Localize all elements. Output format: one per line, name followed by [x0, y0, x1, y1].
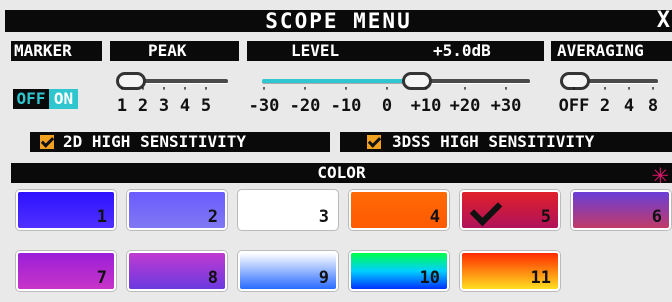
color-header: COLOR [11, 163, 672, 183]
level-header: LEVEL +5.0dB [247, 41, 544, 61]
level-tick: -30 [244, 96, 284, 116]
hs2d-checkbox-row[interactable]: 2D HIGH SENSITIVITY [30, 132, 330, 152]
averaging-label: AVERAGING [557, 41, 644, 60]
color-swatch-5[interactable]: 5 [460, 190, 560, 230]
selected-check-icon [469, 193, 503, 227]
color-swatch-number: 7 [96, 268, 107, 288]
peak-tick: 2 [133, 96, 153, 116]
title-bar: SCOPE MENU X [5, 8, 672, 33]
color-swatch-3[interactable]: 3 [238, 190, 338, 230]
color-swatch-number: 10 [419, 268, 440, 288]
marker-toggle[interactable]: OFF ON [13, 89, 78, 109]
window-title: SCOPE MENU [265, 9, 412, 33]
color-swatch-number: 11 [530, 268, 551, 288]
peak-tick: 1 [112, 96, 132, 116]
cursor-sparkle-icon: ✳ [652, 157, 669, 190]
level-label: LEVEL [291, 41, 340, 60]
color-swatch-6[interactable]: 6 [571, 190, 671, 230]
averaging-ticks: OFF 2 4 8 [556, 94, 672, 118]
marker-off-option[interactable]: OFF [13, 89, 49, 109]
close-icon[interactable]: X [657, 8, 670, 33]
color-swatch-8[interactable]: 8 [127, 251, 227, 291]
peak-ticks: 1 2 3 4 5 [112, 94, 232, 118]
level-tick: 0 [372, 96, 402, 116]
marker-on-option[interactable]: ON [49, 89, 78, 109]
color-swatch-1[interactable]: 1 [16, 190, 116, 230]
peak-tick: 3 [154, 96, 174, 116]
averaging-tick: 8 [642, 96, 664, 116]
level-ticks: -30 -20 -10 0 +10 +20 +30 [244, 94, 544, 118]
peak-header: PEAK [110, 41, 239, 61]
level-value: +5.0dB [433, 41, 491, 60]
color-swatch-number: 6 [651, 207, 662, 227]
peak-tick: 5 [196, 96, 216, 116]
color-swatch-number: 8 [207, 268, 218, 288]
color-swatch-number: 4 [429, 207, 440, 227]
level-slider-track[interactable] [417, 79, 530, 84]
color-swatch-11[interactable]: 11 [460, 251, 560, 291]
color-swatch-7[interactable]: 7 [16, 251, 116, 291]
color-swatch-4[interactable]: 4 [349, 190, 449, 230]
level-tick: +10 [406, 96, 446, 116]
hs2d-label: 2D HIGH SENSITIVITY [63, 132, 247, 151]
color-swatch-2[interactable]: 2 [127, 190, 227, 230]
marker-header: MARKER [11, 41, 102, 61]
peak-label: PEAK [148, 41, 187, 60]
level-tick: +30 [486, 96, 526, 116]
hs3dss-checkbox-row[interactable]: 3DSS HIGH SENSITIVITY [340, 132, 672, 152]
level-tick: +20 [445, 96, 485, 116]
averaging-tick: 2 [594, 96, 616, 116]
level-slider-fill[interactable] [262, 79, 417, 84]
peak-tick: 4 [175, 96, 195, 116]
level-tick: -20 [285, 96, 325, 116]
averaging-header: AVERAGING [551, 41, 672, 61]
color-swatch-number: 9 [318, 268, 329, 288]
hs2d-checkbox[interactable] [40, 135, 54, 149]
color-swatch-9[interactable]: 9 [238, 251, 338, 291]
hs3dss-label: 3DSS HIGH SENSITIVITY [392, 132, 595, 151]
scope-menu-window: SCOPE MENU X MARKER PEAK LEVEL +5.0dB AV… [0, 0, 672, 302]
marker-label: MARKER [14, 41, 72, 60]
level-tick: -10 [326, 96, 366, 116]
color-swatch-10[interactable]: 10 [349, 251, 449, 291]
color-swatch-number: 1 [96, 207, 107, 227]
color-swatch-number: 2 [207, 207, 218, 227]
color-label: COLOR [317, 163, 366, 182]
color-swatch-number: 5 [540, 207, 551, 227]
color-swatch-number: 3 [318, 207, 329, 227]
hs3dss-checkbox[interactable] [367, 135, 381, 149]
averaging-tick: 4 [618, 96, 640, 116]
averaging-tick: OFF [556, 96, 592, 116]
